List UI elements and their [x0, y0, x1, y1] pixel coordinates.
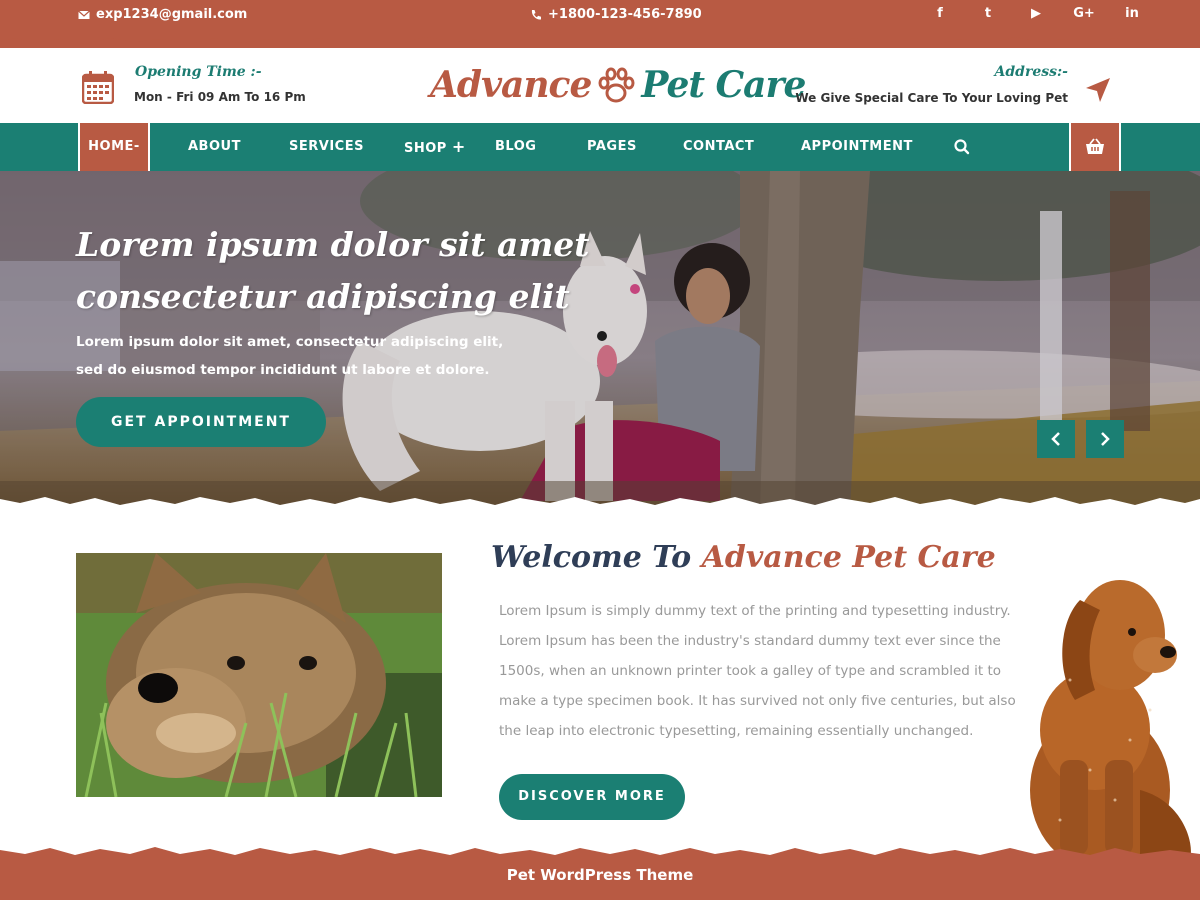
welcome-title-part1: Welcome To [491, 540, 692, 575]
get-appointment-button[interactable]: GET APPOINTMENT [76, 397, 326, 447]
nav-shop-label: SHOP [404, 141, 447, 156]
envelope-icon [78, 10, 90, 19]
discover-more-button[interactable]: DISCOVER MORE [499, 774, 685, 820]
nav-blog[interactable]: BLOG [495, 123, 536, 171]
twitter-icon[interactable]: t [964, 6, 1012, 21]
nav-home-suffix: - [133, 139, 140, 154]
logo-text-pet-care: Pet Care [641, 64, 806, 106]
basket-icon [1086, 138, 1104, 154]
nav-contact[interactable]: CONTACT [683, 123, 754, 171]
linkedin-icon[interactable]: in [1108, 6, 1156, 21]
nav-home-label: HOME [88, 139, 134, 154]
nav-shop[interactable]: SHOP + [404, 123, 466, 171]
paw-icon [598, 67, 635, 103]
site-header: Opening Time :- Mon - Fri 09 Am To 16 Pm… [0, 50, 1200, 122]
hero-description: Lorem ipsum dolor sit amet, consectetur … [76, 334, 504, 378]
chevron-right-icon [1101, 432, 1110, 446]
phone-icon [531, 9, 541, 20]
search-icon[interactable] [953, 138, 971, 156]
cart-button[interactable] [1069, 123, 1121, 171]
chevron-left-icon [1051, 432, 1060, 446]
nav-pages[interactable]: PAGES [587, 123, 637, 171]
address-value: We Give Special Care To Your Loving Pet [795, 91, 1068, 105]
calendar-icon [82, 71, 114, 104]
nav-appointment[interactable]: APPOINTMENT [801, 123, 913, 171]
hero-title: Lorem ipsum dolor sit amet consectetur a… [76, 225, 590, 316]
yorkie-dog-image [76, 553, 442, 797]
nav-about[interactable]: ABOUT [188, 123, 241, 171]
main-nav: HOME- ABOUT SERVICES SHOP + BLOG PAGES C… [0, 123, 1200, 171]
slider-prev-button[interactable] [1037, 420, 1075, 458]
social-links: f t ▶ G+ in [916, 6, 1156, 21]
slider-next-button[interactable] [1086, 420, 1124, 458]
top-phone[interactable]: +1800-123-456-7890 [530, 7, 702, 22]
location-arrow-icon [1086, 78, 1110, 102]
nav-services[interactable]: SERVICES [289, 123, 364, 171]
torn-edge-top [0, 30, 1200, 45]
footer-credit: Pet WordPress Theme [506, 866, 694, 884]
welcome-title-part2: Advance Pet Care [701, 540, 996, 575]
logo-text-advance: Advance [430, 64, 592, 106]
address-label: Address:- [994, 64, 1068, 80]
opening-time-label: Opening Time :- [135, 64, 262, 80]
welcome-body-text: Lorem Ipsum is simply dummy text of the … [499, 603, 1016, 739]
google-plus-icon[interactable]: G+ [1060, 6, 1108, 21]
site-logo[interactable]: Advance Pet Care [430, 64, 806, 106]
welcome-title: Welcome To Advance Pet Care [491, 540, 996, 575]
nav-home[interactable]: HOME- [78, 123, 150, 171]
top-email[interactable]: exp1234@gmail.com [78, 7, 247, 22]
email-text: exp1234@gmail.com [96, 7, 248, 22]
phone-text: +1800-123-456-7890 [548, 7, 702, 22]
golden-retriever-image [1030, 580, 1191, 860]
nav-shop-plus: + [451, 137, 466, 156]
opening-time-value: Mon - Fri 09 Am To 16 Pm [134, 90, 306, 104]
facebook-icon[interactable]: f [916, 6, 964, 21]
hero-slider: Lorem ipsum dolor sit amet consectetur a… [0, 171, 1200, 511]
youtube-icon[interactable]: ▶ [1012, 6, 1060, 21]
